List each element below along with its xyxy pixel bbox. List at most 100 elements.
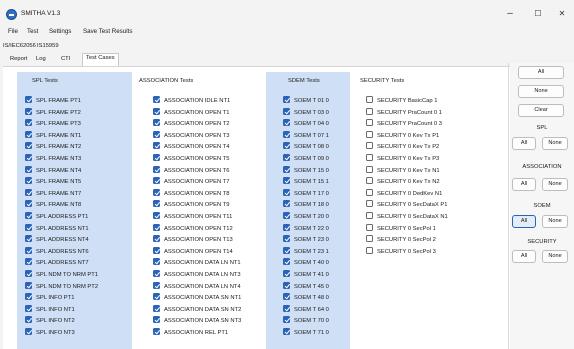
- checkbox-checked-icon[interactable]: [153, 142, 160, 150]
- checkbox-checked-icon[interactable]: [25, 200, 32, 208]
- checkbox-checked-icon[interactable]: [25, 119, 32, 127]
- checkbox-checked-icon[interactable]: [153, 281, 160, 289]
- checkbox-checked-icon[interactable]: [283, 154, 290, 161]
- spl-test-checkbox[interactable]: SPL ADDRESS PT1: [25, 212, 88, 222]
- association-test-checkbox[interactable]: ASSOCIATION OPEN T8: [153, 188, 230, 199]
- checkbox-unchecked-icon[interactable]: [366, 119, 373, 127]
- standard-tab-is15959[interactable]: IS15959: [37, 43, 59, 49]
- association-test-checkbox[interactable]: ASSOCIATION OPEN T14: [153, 246, 233, 257]
- checkbox-checked-icon[interactable]: [25, 328, 32, 335]
- association-test-checkbox[interactable]: ASSOCIATION OPEN T13: [153, 235, 233, 245]
- checkbox-checked-icon[interactable]: [153, 246, 160, 254]
- checkbox-checked-icon[interactable]: [153, 96, 160, 103]
- spl-test-checkbox[interactable]: SPL INFO NT2: [25, 316, 75, 326]
- spl-test-checkbox[interactable]: SPL ADDRESS NT1: [25, 223, 89, 234]
- security-test-checkbox[interactable]: SECURITY 0 Kev Tx N2: [366, 177, 440, 187]
- association-test-checkbox[interactable]: ASSOCIATION DATA SN NT1: [153, 293, 241, 303]
- security-test-checkbox[interactable]: SECURITY 0 Kev Tx P3: [366, 154, 439, 164]
- checkbox-checked-icon[interactable]: [283, 130, 290, 138]
- security-test-checkbox[interactable]: SECURITY 0 Kev Tx P1: [366, 130, 439, 141]
- sdem-test-checkbox[interactable]: SOEM T 45 0: [283, 281, 329, 292]
- security-test-checkbox[interactable]: SECURITY 0 SecDataX P1: [366, 200, 447, 210]
- checkbox-checked-icon[interactable]: [283, 281, 290, 289]
- spl-test-checkbox[interactable]: SPL NDM TO NRM PT1: [25, 270, 98, 280]
- checkbox-checked-icon[interactable]: [25, 165, 32, 173]
- checkbox-checked-icon[interactable]: [283, 200, 290, 208]
- checkbox-checked-icon[interactable]: [283, 293, 290, 301]
- checkbox-checked-icon[interactable]: [25, 304, 32, 312]
- checkbox-checked-icon[interactable]: [25, 316, 32, 324]
- checkbox-checked-icon[interactable]: [153, 154, 160, 161]
- checkbox-checked-icon[interactable]: [25, 246, 32, 254]
- sdem-test-checkbox[interactable]: SOEM T 70 0: [283, 316, 329, 326]
- checkbox-checked-icon[interactable]: [283, 188, 290, 196]
- checkbox-checked-icon[interactable]: [283, 235, 290, 243]
- checkbox-unchecked-icon[interactable]: [366, 212, 373, 219]
- checkbox-checked-icon[interactable]: [283, 119, 290, 127]
- sdem-test-checkbox[interactable]: SOEM T 15 1: [283, 177, 329, 187]
- tab-test-cases[interactable]: Test Cases: [82, 53, 119, 66]
- checkbox-checked-icon[interactable]: [25, 235, 32, 243]
- spl-test-checkbox[interactable]: SPL INFO NT1: [25, 304, 75, 315]
- checkbox-checked-icon[interactable]: [153, 212, 160, 219]
- sdem-test-checkbox[interactable]: SOEM T 01 0: [283, 96, 329, 106]
- standard-tab-iec62056[interactable]: IS/IEC62056: [3, 43, 36, 49]
- association-test-checkbox[interactable]: ASSOCIATION IDLE NT1: [153, 96, 230, 106]
- sdem-test-checkbox[interactable]: SOEM T 22 0: [283, 223, 329, 234]
- checkbox-checked-icon[interactable]: [25, 130, 32, 138]
- security-test-checkbox[interactable]: SECURITY 0 SecPol 3: [366, 246, 436, 257]
- checkbox-checked-icon[interactable]: [283, 107, 290, 115]
- association-test-checkbox[interactable]: ASSOCIATION OPEN T3: [153, 130, 230, 141]
- checkbox-checked-icon[interactable]: [153, 130, 160, 138]
- maximize-icon[interactable]: ☐: [528, 7, 548, 21]
- association-test-checkbox[interactable]: ASSOCIATION OPEN T6: [153, 165, 230, 176]
- checkbox-checked-icon[interactable]: [283, 304, 290, 312]
- checkbox-checked-icon[interactable]: [25, 177, 32, 185]
- checkbox-checked-icon[interactable]: [153, 328, 160, 335]
- checkbox-checked-icon[interactable]: [25, 96, 32, 103]
- checkbox-checked-icon[interactable]: [25, 270, 32, 277]
- tab-log[interactable]: Log: [33, 55, 49, 66]
- association-test-checkbox[interactable]: ASSOCIATION OPEN T11: [153, 212, 232, 222]
- checkbox-checked-icon[interactable]: [25, 107, 32, 115]
- checkbox-checked-icon[interactable]: [153, 165, 160, 173]
- sdem-test-checkbox[interactable]: SOEM T 48 0: [283, 293, 329, 303]
- association-test-checkbox[interactable]: ASSOCIATION DATA SN NT3: [153, 316, 241, 326]
- checkbox-unchecked-icon[interactable]: [366, 188, 373, 196]
- checkbox-checked-icon[interactable]: [283, 270, 290, 277]
- checkbox-checked-icon[interactable]: [25, 223, 32, 231]
- sdem-none-button[interactable]: None: [542, 215, 568, 228]
- association-none-button[interactable]: None: [542, 178, 568, 191]
- checkbox-unchecked-icon[interactable]: [366, 142, 373, 150]
- spl-none-button[interactable]: None: [542, 137, 568, 150]
- spl-test-checkbox[interactable]: SPL FRAME NT4: [25, 165, 81, 176]
- spl-all-button[interactable]: All: [512, 137, 536, 150]
- checkbox-unchecked-icon[interactable]: [366, 96, 373, 103]
- association-test-checkbox[interactable]: ASSOCIATION OPEN T7: [153, 177, 230, 187]
- menu-test[interactable]: Test: [27, 28, 38, 35]
- minimize-icon[interactable]: –: [500, 7, 520, 21]
- select-none-button[interactable]: None: [518, 85, 564, 98]
- association-test-checkbox[interactable]: ASSOCIATION REL PT1: [153, 328, 228, 338]
- checkbox-checked-icon[interactable]: [153, 119, 160, 127]
- select-all-button[interactable]: All: [518, 66, 564, 79]
- sdem-test-checkbox[interactable]: SOEM T 18 0: [283, 200, 329, 210]
- checkbox-unchecked-icon[interactable]: [366, 223, 373, 231]
- checkbox-checked-icon[interactable]: [25, 258, 32, 266]
- sdem-test-checkbox[interactable]: SOEM T 64 0: [283, 304, 329, 315]
- security-test-checkbox[interactable]: SECURITY 0 DedKev N1: [366, 188, 442, 199]
- security-none-button[interactable]: None: [542, 250, 568, 263]
- spl-test-checkbox[interactable]: SPL FRAME NT2: [25, 142, 81, 152]
- sdem-test-checkbox[interactable]: SOEM T 40 0: [283, 258, 329, 268]
- checkbox-checked-icon[interactable]: [25, 212, 32, 219]
- menu-settings[interactable]: Settings: [49, 28, 71, 35]
- spl-test-checkbox[interactable]: SPL ADDRESS NT6: [25, 246, 89, 257]
- association-test-checkbox[interactable]: ASSOCIATION OPEN T2: [153, 119, 230, 129]
- spl-test-checkbox[interactable]: SPL FRAME PT3: [25, 119, 81, 129]
- association-all-button[interactable]: All: [512, 178, 536, 191]
- security-test-checkbox[interactable]: SECURITY 0 Kev Tx P2: [366, 142, 439, 152]
- sdem-all-button[interactable]: All: [512, 215, 536, 228]
- sdem-test-checkbox[interactable]: SOEM T 41 0: [283, 270, 329, 280]
- spl-test-checkbox[interactable]: SPL FRAME NT3: [25, 154, 81, 164]
- spl-test-checkbox[interactable]: SPL FRAME NT1: [25, 130, 81, 141]
